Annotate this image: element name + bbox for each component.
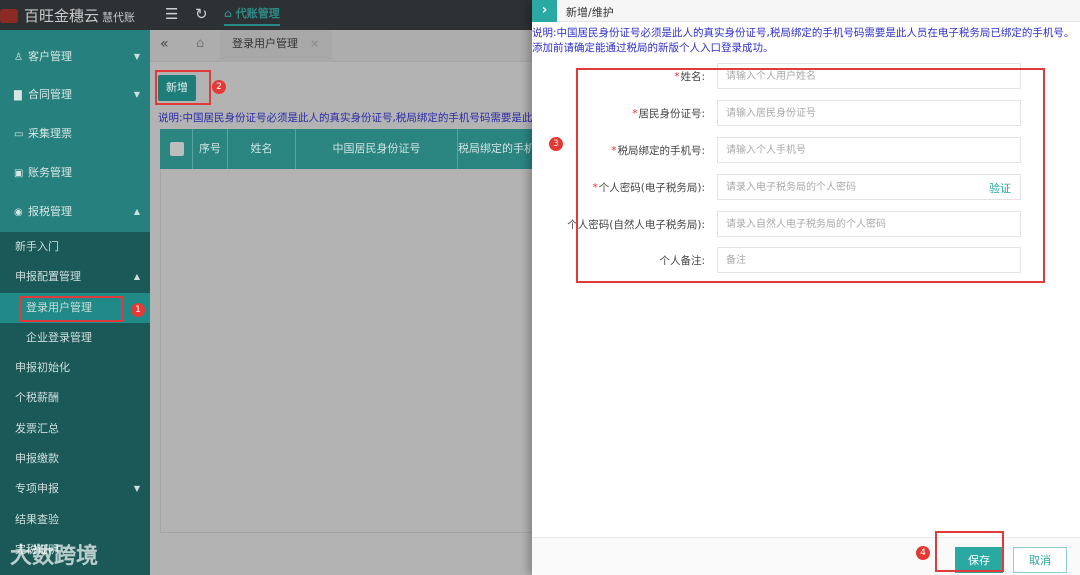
user-icon: ♙ xyxy=(14,52,23,63)
sidebar-item-label: 申报配置管理 xyxy=(15,270,81,283)
sidebar-item-contracts[interactable]: ▇ 合同管理 ▼ xyxy=(0,76,150,114)
watermark: 大数跨境 xyxy=(10,544,99,569)
sidebar-item-label: 客户管理 xyxy=(28,50,72,63)
annotation-badge-4: 4 xyxy=(916,546,930,560)
tax-submenu: 新手入门 申报配置管理 ▲ 登录用户管理 企业登录管理 申报初始化 个税薪酬 发票… xyxy=(0,232,150,575)
column-header: 税局绑定的手机号 xyxy=(458,142,538,155)
column-header: 姓名 xyxy=(228,129,296,169)
chevron-down-icon: ▼ xyxy=(133,484,140,493)
tab-login-users[interactable]: 登录用户管理 × xyxy=(220,30,332,62)
chevron-up-icon: ▲ xyxy=(133,207,140,216)
chevron-down-icon: ▼ xyxy=(133,90,140,99)
collapse-tabs-icon[interactable]: « xyxy=(160,36,169,52)
menu-toggle-icon[interactable]: ☰ xyxy=(165,5,178,23)
sidebar-item-verify[interactable]: 结果查验 xyxy=(0,505,150,535)
sidebar-item-special[interactable]: 专项申报 ▼ xyxy=(0,474,150,504)
sidebar-item-tickets[interactable]: ▭ 采集理票 xyxy=(0,115,150,153)
chevron-right-icon[interactable]: › xyxy=(532,0,557,22)
column-header: 中国居民身份证号 xyxy=(296,129,458,169)
ticket-icon: ▭ xyxy=(14,129,24,140)
sidebar-item-customers[interactable]: ♙ 客户管理 ▼ xyxy=(0,38,150,76)
brand-name: 百旺金穗云 xyxy=(24,7,100,25)
sidebar-item-payment[interactable]: 申报缴款 xyxy=(0,444,150,474)
panel-instruction-note: 说明:中国居民身份证号必须是此人的真实身份证号,税局绑定的手机号码需要是此人员在… xyxy=(532,27,1075,54)
select-all-checkbox[interactable] xyxy=(170,142,184,156)
contract-icon: ▇ xyxy=(14,90,22,101)
highlight-box-4 xyxy=(935,531,1004,572)
annotation-badge-3: 3 xyxy=(549,137,563,151)
table-header: 序号 姓名 中国居民身份证号 税局绑定的手机号 xyxy=(160,129,538,169)
sidebar-item-label: 报税管理 xyxy=(28,205,72,218)
tab-bar: « ⌂ 登录用户管理 × xyxy=(150,30,532,62)
nav-tab-label: 代账管理 xyxy=(235,7,280,20)
tab-label: 登录用户管理 xyxy=(232,37,298,50)
sidebar-item-label: 专项申报 xyxy=(15,482,59,495)
chevron-down-icon: ▼ xyxy=(133,52,140,61)
sidebar-item-invoice[interactable]: 发票汇总 xyxy=(0,414,150,444)
highlight-box-3 xyxy=(576,68,1045,283)
select-all-cell xyxy=(160,129,193,169)
refresh-icon[interactable]: ↻ xyxy=(195,5,208,23)
panel-title: 新增/维护 xyxy=(566,6,614,19)
panel-header: › 新增/维护 xyxy=(532,0,1080,22)
table-body xyxy=(160,169,532,533)
sidebar-item-salary[interactable]: 个税薪酬 xyxy=(0,383,150,413)
sidebar-item-label: 合同管理 xyxy=(28,88,72,101)
close-icon[interactable]: × xyxy=(310,37,319,50)
ledger-icon: ▣ xyxy=(14,168,24,179)
sidebar-item-init[interactable]: 申报初始化 xyxy=(0,353,150,383)
highlight-box-1 xyxy=(19,296,123,322)
sidebar-item-getting-started[interactable]: 新手入门 xyxy=(0,232,150,262)
logo: 百旺金穗云 慧代账 xyxy=(0,5,135,26)
chevron-up-icon: ▲ xyxy=(133,272,140,281)
sidebar-item-accounting[interactable]: ▣ 账务管理 xyxy=(0,154,150,192)
logo-icon xyxy=(0,9,18,23)
sidebar-item-label: 账务管理 xyxy=(28,166,72,179)
nav-tab-bookkeeping[interactable]: ⌂ 代账管理 xyxy=(224,0,280,26)
home-tab-icon[interactable]: ⌂ xyxy=(196,36,204,51)
tax-icon: ◉ xyxy=(14,207,23,218)
home-icon: ⌂ xyxy=(224,7,236,20)
sidebar-item-label: 采集理票 xyxy=(28,127,72,140)
annotation-badge-1: 1 xyxy=(131,303,145,317)
top-bar: 百旺金穗云 慧代账 ☰ ↻ ⌂ 代账管理 xyxy=(0,0,532,30)
column-header: 序号 xyxy=(193,129,228,169)
sidebar-item-company-login[interactable]: 企业登录管理 xyxy=(0,323,150,353)
highlight-box-2 xyxy=(155,70,211,105)
instruction-note: 说明:中国居民身份证号必须是此人的真实身份证号,税局绑定的手机号码需要是此人员在… xyxy=(158,112,532,124)
annotation-badge-2: 2 xyxy=(212,80,226,94)
sidebar-item-tax[interactable]: ◉ 报税管理 ▲ xyxy=(0,193,150,231)
brand-sub: 慧代账 xyxy=(102,11,136,24)
cancel-button[interactable]: 取消 xyxy=(1013,547,1067,573)
sidebar-item-config[interactable]: 申报配置管理 ▲ xyxy=(0,262,150,292)
